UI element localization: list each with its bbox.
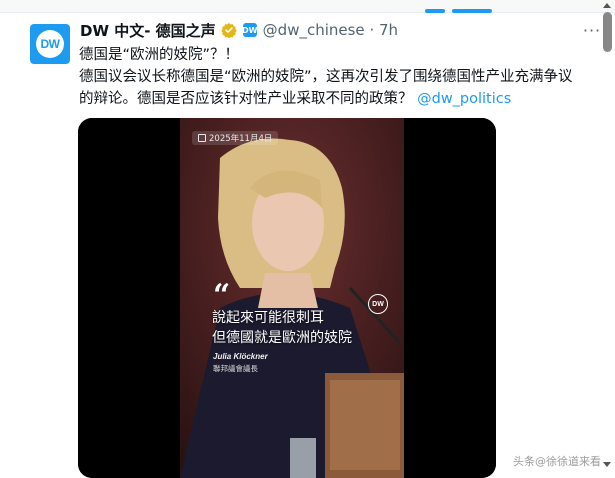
date-badge-text: 2025年11月4日 bbox=[209, 134, 273, 144]
avatar[interactable]: DW bbox=[30, 24, 70, 64]
video-caption-line-2: 但德國就是歐洲的妓院 bbox=[212, 330, 352, 346]
dot-separator: · bbox=[369, 21, 375, 39]
tweet-text: 德国是“欧洲的妓院”？！ 德国议会议长称德国是“欧洲的妓院”，这再次引发了围绕德… bbox=[79, 44, 609, 110]
calendar-icon bbox=[198, 134, 206, 142]
mention-link[interactable]: @dw_politics bbox=[417, 91, 511, 107]
timestamp[interactable]: 7h bbox=[379, 21, 398, 39]
video-letterbox-left bbox=[78, 118, 180, 478]
display-name[interactable]: DW 中文- 德国之声 bbox=[80, 20, 216, 41]
video-caption-line-1: 說起來可能很刺耳 bbox=[212, 310, 324, 326]
speaker-title: 聯邦議會議長 bbox=[213, 364, 258, 373]
tweet-text-line-3-body: 的辩论。德国是否应该针对性产业采取不同的政策？ bbox=[79, 91, 413, 107]
dw-logo-icon: DW bbox=[36, 30, 64, 58]
handle[interactable]: @dw_chinese · 7h bbox=[263, 21, 398, 39]
dw-watermark-icon: DW bbox=[368, 294, 388, 314]
watermark-overlay: 头条@徐徐道来看 bbox=[513, 455, 601, 468]
verified-badge-icon[interactable] bbox=[220, 22, 237, 38]
video-player[interactable]: 2025年11月4日 DW “ 說起來可能很刺耳 但德國就是歐洲的妓院 Juli… bbox=[78, 118, 496, 478]
video-caption: 說起來可能很刺耳 但德國就是歐洲的妓院 bbox=[212, 308, 352, 348]
scroll-up-arrow-icon[interactable] bbox=[603, 3, 611, 8]
video-letterbox-right bbox=[404, 118, 496, 478]
tweet-header: DW 中文- 德国之声 DW @dw_chinese · 7h bbox=[80, 19, 398, 41]
tweet-text-line-2: 德国议会议长称德国是“欧洲的妓院”，这再次引发了围绕德国性产业充满争议 bbox=[79, 69, 573, 85]
affiliation-badge-icon[interactable]: DW bbox=[242, 23, 257, 37]
tweet-text-line-3: 的辩论。德国是否应该针对性产业采取不同的政策？ @dw_politics bbox=[79, 88, 609, 110]
date-badge: 2025年11月4日 bbox=[192, 131, 279, 145]
speaker-name: Julia Klöckner bbox=[213, 352, 268, 361]
handle-text: @dw_chinese bbox=[262, 21, 365, 39]
scrollbar[interactable] bbox=[601, 0, 615, 473]
tweet-text-line-1: 德国是“欧洲的妓院”？！ bbox=[79, 47, 240, 63]
tab-indicator-left bbox=[425, 9, 445, 13]
top-tab-bar bbox=[0, 0, 615, 13]
scroll-down-arrow-icon[interactable] bbox=[603, 462, 611, 467]
scroll-thumb[interactable] bbox=[603, 12, 612, 52]
tab-indicator-right bbox=[452, 9, 492, 13]
